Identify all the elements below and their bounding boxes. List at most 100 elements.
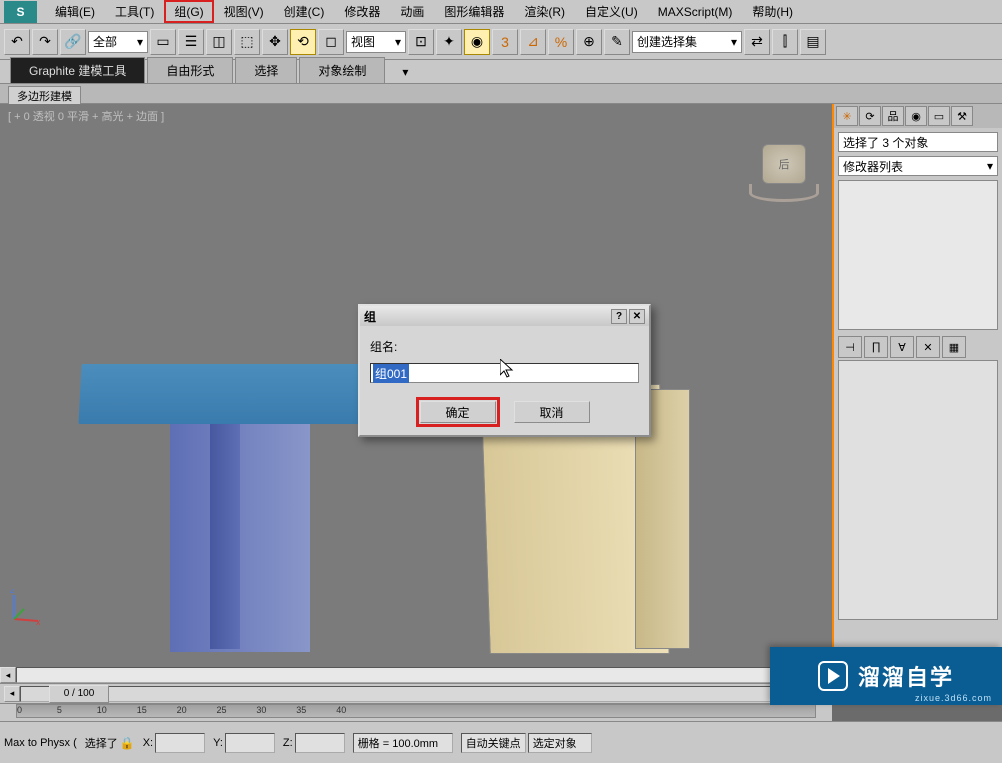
keyboard-shortcut-button[interactable]: ◉ xyxy=(464,29,490,55)
command-panel-tabs: ✳ ⟳ 品 ◉ ▭ ⚒ xyxy=(834,104,1002,128)
modifier-rollout xyxy=(838,360,998,620)
brand-play-icon xyxy=(818,661,848,691)
subribbon-tab-polymodel[interactable]: 多边形建模 xyxy=(8,86,81,106)
menu-modifiers[interactable]: 修改器 xyxy=(334,0,390,23)
pivot-button[interactable]: ⊡ xyxy=(408,29,434,55)
menu-animation[interactable]: 动画 xyxy=(390,0,434,23)
menu-view[interactable]: 视图(V) xyxy=(214,0,274,23)
menu-help[interactable]: 帮助(H) xyxy=(742,0,803,23)
viewcube-ring[interactable] xyxy=(749,184,819,202)
viewcube-face[interactable]: 后 xyxy=(762,144,806,184)
tab-modify-icon[interactable]: ⟳ xyxy=(859,106,881,126)
move-button[interactable]: ✥ xyxy=(262,29,288,55)
ribbon-tab-selection[interactable]: 选择 xyxy=(235,57,297,83)
tab-display-icon[interactable]: ▭ xyxy=(928,106,950,126)
scale-button[interactable]: ◻ xyxy=(318,29,344,55)
menu-create[interactable]: 创建(C) xyxy=(274,0,335,23)
ruler-tick: 30 xyxy=(256,705,266,715)
redo-button[interactable]: ↷ xyxy=(32,29,58,55)
modifier-stack[interactable] xyxy=(838,180,998,330)
rotate-button[interactable]: ⟲ xyxy=(290,29,316,55)
menu-customize[interactable]: 自定义(U) xyxy=(575,0,648,23)
ribbon-tab-freeform[interactable]: 自由形式 xyxy=(147,57,233,83)
ribbon-dropdown-icon[interactable]: ▾ xyxy=(395,65,415,83)
modifier-list-dropdown[interactable]: 修改器列表 ▾ xyxy=(838,156,998,176)
selected-obj-dropdown[interactable]: 选定对象 xyxy=(528,733,592,753)
axis-gizmo: z x xyxy=(8,589,44,625)
select-region-button[interactable]: ◫ xyxy=(206,29,232,55)
dialog-help-button[interactable]: ? xyxy=(611,309,627,324)
y-coord-field[interactable] xyxy=(225,733,275,753)
tab-utilities-icon[interactable]: ⚒ xyxy=(951,106,973,126)
auto-key-button[interactable]: 自动关键点 xyxy=(461,733,526,753)
menu-graph-editors[interactable]: 图形编辑器 xyxy=(434,0,514,23)
menu-tools[interactable]: 工具(T) xyxy=(105,0,164,23)
manipulate-button[interactable]: ✦ xyxy=(436,29,462,55)
ribbon-tab-graphite[interactable]: Graphite 建模工具 xyxy=(10,57,145,83)
snap-3d-button[interactable]: 3 xyxy=(492,29,518,55)
dialog-titlebar[interactable]: 组 ? ✕ xyxy=(360,306,649,326)
viewcube[interactable]: 后 xyxy=(752,144,816,208)
brand-overlay: 溜溜自学 zixue.3d66.com xyxy=(770,647,1002,705)
show-end-result-button[interactable]: ∏ xyxy=(864,336,888,358)
select-button[interactable]: ▭ xyxy=(150,29,176,55)
time-slider-bar: ◂ 0 / 100 ▸ xyxy=(0,683,832,703)
tab-hierarchy-icon[interactable]: 品 xyxy=(882,106,904,126)
scroll-track[interactable] xyxy=(16,667,816,683)
x-coord-field[interactable] xyxy=(155,733,205,753)
menu-group[interactable]: 组(G) xyxy=(164,0,213,23)
menu-maxscript[interactable]: MAXScript(M) xyxy=(648,2,743,22)
undo-button[interactable]: ↶ xyxy=(4,29,30,55)
group-dialog: 组 ? ✕ 组名: 组001 确定 取消 xyxy=(358,304,651,437)
chevron-down-icon: ▾ xyxy=(137,35,143,49)
app-icon[interactable]: S xyxy=(4,1,37,23)
chevron-down-icon: ▾ xyxy=(731,35,737,49)
tab-create-icon[interactable]: ✳ xyxy=(836,106,858,126)
edit-named-selection-button[interactable]: ✎ xyxy=(604,29,630,55)
z-coord-field[interactable] xyxy=(295,733,345,753)
chevron-down-icon: ▾ xyxy=(395,35,401,49)
selection-info-text: 选择了 3 个对象 xyxy=(843,134,928,151)
configure-sets-button[interactable]: ▦ xyxy=(942,336,966,358)
viewport-scrollbar[interactable]: ◂ ▸ xyxy=(0,667,832,683)
ruler-tick: 40 xyxy=(336,705,346,715)
tab-motion-icon[interactable]: ◉ xyxy=(905,106,927,126)
angle-snap-button[interactable]: ⊿ xyxy=(520,29,546,55)
menu-rendering[interactable]: 渲染(R) xyxy=(514,0,575,23)
dialog-close-button[interactable]: ✕ xyxy=(629,309,645,324)
time-slider-handle[interactable]: 0 / 100 xyxy=(49,685,109,703)
link-button[interactable]: 🔗 xyxy=(60,29,86,55)
ribbon: Graphite 建模工具 自由形式 选择 对象绘制 ▾ xyxy=(0,60,1002,84)
scroll-left-button[interactable]: ◂ xyxy=(0,667,16,683)
mirror-button[interactable]: ⇄ xyxy=(744,29,770,55)
pin-stack-button[interactable]: ⊣ xyxy=(838,336,862,358)
main-toolbar: ↶ ↷ 🔗 全部 ▾ ▭ ☰ ◫ ⬚ ✥ ⟲ ◻ 视图 ▾ ⊡ ✦ ◉ 3 ⊿ … xyxy=(0,24,1002,60)
spinner-snap-button[interactable]: ⊕ xyxy=(576,29,602,55)
menubar: S 编辑(E) 工具(T) 组(G) 视图(V) 创建(C) 修改器 动画 图形… xyxy=(0,0,1002,24)
remove-modifier-button[interactable]: ✕ xyxy=(916,336,940,358)
modifier-stack-buttons: ⊣ ∏ ∀ ✕ ▦ xyxy=(838,334,998,360)
percent-snap-button[interactable]: % xyxy=(548,29,574,55)
dialog-body: 组名: 组001 确定 取消 xyxy=(360,326,649,435)
ribbon-tab-paint[interactable]: 对象绘制 xyxy=(299,57,385,83)
layer-button[interactable]: ▤ xyxy=(800,29,826,55)
lock-icon[interactable]: 🔒 xyxy=(120,736,135,750)
selection-filter-label: 全部 xyxy=(93,33,117,50)
time-slider-track[interactable]: 0 / 100 xyxy=(20,686,812,702)
cancel-button[interactable]: 取消 xyxy=(514,401,590,423)
align-button[interactable]: ⫿ xyxy=(772,29,798,55)
group-name-input[interactable]: 组001 xyxy=(370,363,639,383)
viewport-label[interactable]: [ + 0 透视 0 平滑 + 高光 + 边面 ] xyxy=(8,108,164,124)
status-bar: Max to Physx ( 选择了 🔒 X: Y: Z: 栅格 = 100.0… xyxy=(0,721,1002,763)
ruler-tick: 0 xyxy=(17,705,22,715)
menu-edit[interactable]: 编辑(E) xyxy=(45,0,105,23)
reference-coord-dropdown[interactable]: 视图 ▾ xyxy=(346,31,406,53)
selection-filter-dropdown[interactable]: 全部 ▾ xyxy=(88,31,148,53)
ok-button[interactable]: 确定 xyxy=(420,401,496,423)
select-name-button[interactable]: ☰ xyxy=(178,29,204,55)
make-unique-button[interactable]: ∀ xyxy=(890,336,914,358)
time-ruler[interactable]: 0 5 10 15 20 25 30 35 40 xyxy=(0,703,832,721)
named-selection-dropdown[interactable]: 创建选择集 ▾ xyxy=(632,31,742,53)
time-slider-left-button[interactable]: ◂ xyxy=(4,686,20,702)
window-crossing-button[interactable]: ⬚ xyxy=(234,29,260,55)
